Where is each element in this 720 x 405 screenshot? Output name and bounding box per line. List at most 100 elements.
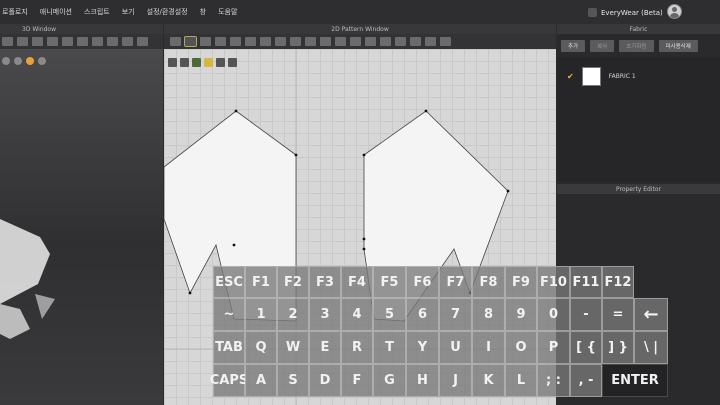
key-l[interactable]: L <box>505 364 537 397</box>
pattern-tool-f-icon[interactable] <box>228 57 237 67</box>
reset-fabric-button[interactable]: 초기화됨 <box>619 40 654 52</box>
key-f8[interactable]: F8 <box>472 266 505 298</box>
pattern-tool-b-icon[interactable] <box>180 57 189 67</box>
key-caps[interactable]: CAPS <box>210 364 248 397</box>
key-minus[interactable]: - <box>570 298 602 331</box>
tool-3d-3-icon[interactable] <box>32 37 43 46</box>
tool-2d-select-icon[interactable] <box>184 36 197 47</box>
tool-3d-7-icon[interactable] <box>92 37 103 46</box>
tool-3d-2-icon[interactable] <box>17 37 28 46</box>
menu-settings[interactable]: 설정/환경설정 <box>141 7 194 17</box>
tool-2d-5-icon[interactable] <box>230 37 241 46</box>
key-3[interactable]: 3 <box>309 298 341 331</box>
key-g[interactable]: G <box>373 364 406 397</box>
key-4[interactable]: 4 <box>341 298 373 331</box>
key-0[interactable]: 0 <box>537 298 570 331</box>
menu-topology[interactable]: 로폴로지 <box>0 7 34 17</box>
key-p[interactable]: P <box>537 331 570 364</box>
key-f[interactable]: F <box>341 364 373 397</box>
add-fabric-button[interactable]: 추가 <box>561 40 586 52</box>
tool-2d-8-icon[interactable] <box>275 37 286 46</box>
tool-2d-17-icon[interactable] <box>410 37 421 46</box>
delete-unused-button[interactable]: 미사용삭제 <box>658 40 698 52</box>
key-tilde[interactable]: ~ <box>213 298 245 331</box>
backspace-key[interactable]: ← <box>634 298 668 331</box>
mode-selector[interactable]: EveryWear (Beta) <box>588 6 663 19</box>
key-equals[interactable]: = <box>602 298 634 331</box>
tool-2d-15-icon[interactable] <box>380 37 391 46</box>
tool-2d-16-icon[interactable] <box>395 37 406 46</box>
pattern-tool-d-icon[interactable] <box>204 57 213 67</box>
tool-3d-5-icon[interactable] <box>62 37 73 46</box>
key-f5[interactable]: F5 <box>373 266 406 298</box>
texture-icon[interactable] <box>26 57 34 65</box>
tool-2d-18-icon[interactable] <box>425 37 436 46</box>
camera-icon[interactable] <box>38 57 46 65</box>
user-avatar[interactable] <box>667 4 682 19</box>
key-u[interactable]: U <box>439 331 472 364</box>
key-f3[interactable]: F3 <box>309 266 341 298</box>
key-semicolon[interactable]: ; : <box>537 364 570 397</box>
tool-2d-4-icon[interactable] <box>215 37 226 46</box>
view3d-viewport[interactable] <box>0 49 163 405</box>
key-s[interactable]: S <box>277 364 309 397</box>
pattern-tool-e-icon[interactable] <box>216 57 225 67</box>
tool-3d-8-icon[interactable] <box>107 37 118 46</box>
key-q[interactable]: Q <box>245 331 277 364</box>
tool-2d-10-icon[interactable] <box>305 37 316 46</box>
key-y[interactable]: Y <box>406 331 439 364</box>
key-comma[interactable]: , - <box>570 364 602 397</box>
avatar-visibility-icon[interactable] <box>2 57 10 65</box>
key-right-bracket[interactable]: ] } <box>602 331 634 364</box>
key-f7[interactable]: F7 <box>439 266 472 298</box>
key-f10[interactable]: F10 <box>537 266 570 298</box>
key-j[interactable]: J <box>439 364 472 397</box>
key-d[interactable]: D <box>309 364 341 397</box>
key-f11[interactable]: F11 <box>570 266 602 298</box>
key-2[interactable]: 2 <box>277 298 309 331</box>
key-f12[interactable]: F12 <box>602 266 634 298</box>
key-1[interactable]: 1 <box>245 298 277 331</box>
tool-3d-1-icon[interactable] <box>2 37 13 46</box>
key-esc[interactable]: ESC <box>213 266 245 298</box>
key-r[interactable]: R <box>341 331 373 364</box>
key-f6[interactable]: F6 <box>406 266 439 298</box>
key-7[interactable]: 7 <box>439 298 472 331</box>
key-i[interactable]: I <box>472 331 505 364</box>
key-8[interactable]: 8 <box>472 298 505 331</box>
key-o[interactable]: O <box>505 331 537 364</box>
fabric-item[interactable]: ✔ FABRIC 1 <box>567 67 636 86</box>
menu-help[interactable]: 도움말 <box>212 7 243 17</box>
key-f1[interactable]: F1 <box>245 266 277 298</box>
key-5[interactable]: 5 <box>373 298 406 331</box>
menu-view[interactable]: 보기 <box>116 7 141 17</box>
tool-3d-4-icon[interactable] <box>47 37 58 46</box>
key-backslash[interactable]: \ | <box>634 331 668 364</box>
key-f4[interactable]: F4 <box>341 266 373 298</box>
copy-fabric-button[interactable]: 복사 <box>590 40 615 52</box>
tool-2d-13-icon[interactable] <box>350 37 361 46</box>
key-f2[interactable]: F2 <box>277 266 309 298</box>
tool-3d-9-icon[interactable] <box>122 37 133 46</box>
tool-2d-6-icon[interactable] <box>245 37 256 46</box>
menu-script[interactable]: 스크립트 <box>78 7 116 17</box>
key-w[interactable]: W <box>277 331 309 364</box>
tool-2d-12-icon[interactable] <box>335 37 346 46</box>
key-h[interactable]: H <box>406 364 439 397</box>
pattern-tool-a-icon[interactable] <box>168 57 177 67</box>
tool-2d-7-icon[interactable] <box>260 37 271 46</box>
key-k[interactable]: K <box>472 364 505 397</box>
key-9[interactable]: 9 <box>505 298 537 331</box>
tool-3d-6-icon[interactable] <box>77 37 88 46</box>
menu-window[interactable]: 창 <box>194 7 212 17</box>
key-t[interactable]: T <box>373 331 406 364</box>
person-icon[interactable] <box>14 57 22 65</box>
tool-2d-1-icon[interactable] <box>170 37 181 46</box>
tool-2d-11-icon[interactable] <box>320 37 331 46</box>
menu-animation[interactable]: 애니메이션 <box>34 7 78 17</box>
key-tab[interactable]: TAB <box>213 331 245 364</box>
key-6[interactable]: 6 <box>406 298 439 331</box>
enter-key[interactable]: ENTER <box>602 364 668 397</box>
tool-2d-19-icon[interactable] <box>440 37 451 46</box>
key-e[interactable]: E <box>309 331 341 364</box>
